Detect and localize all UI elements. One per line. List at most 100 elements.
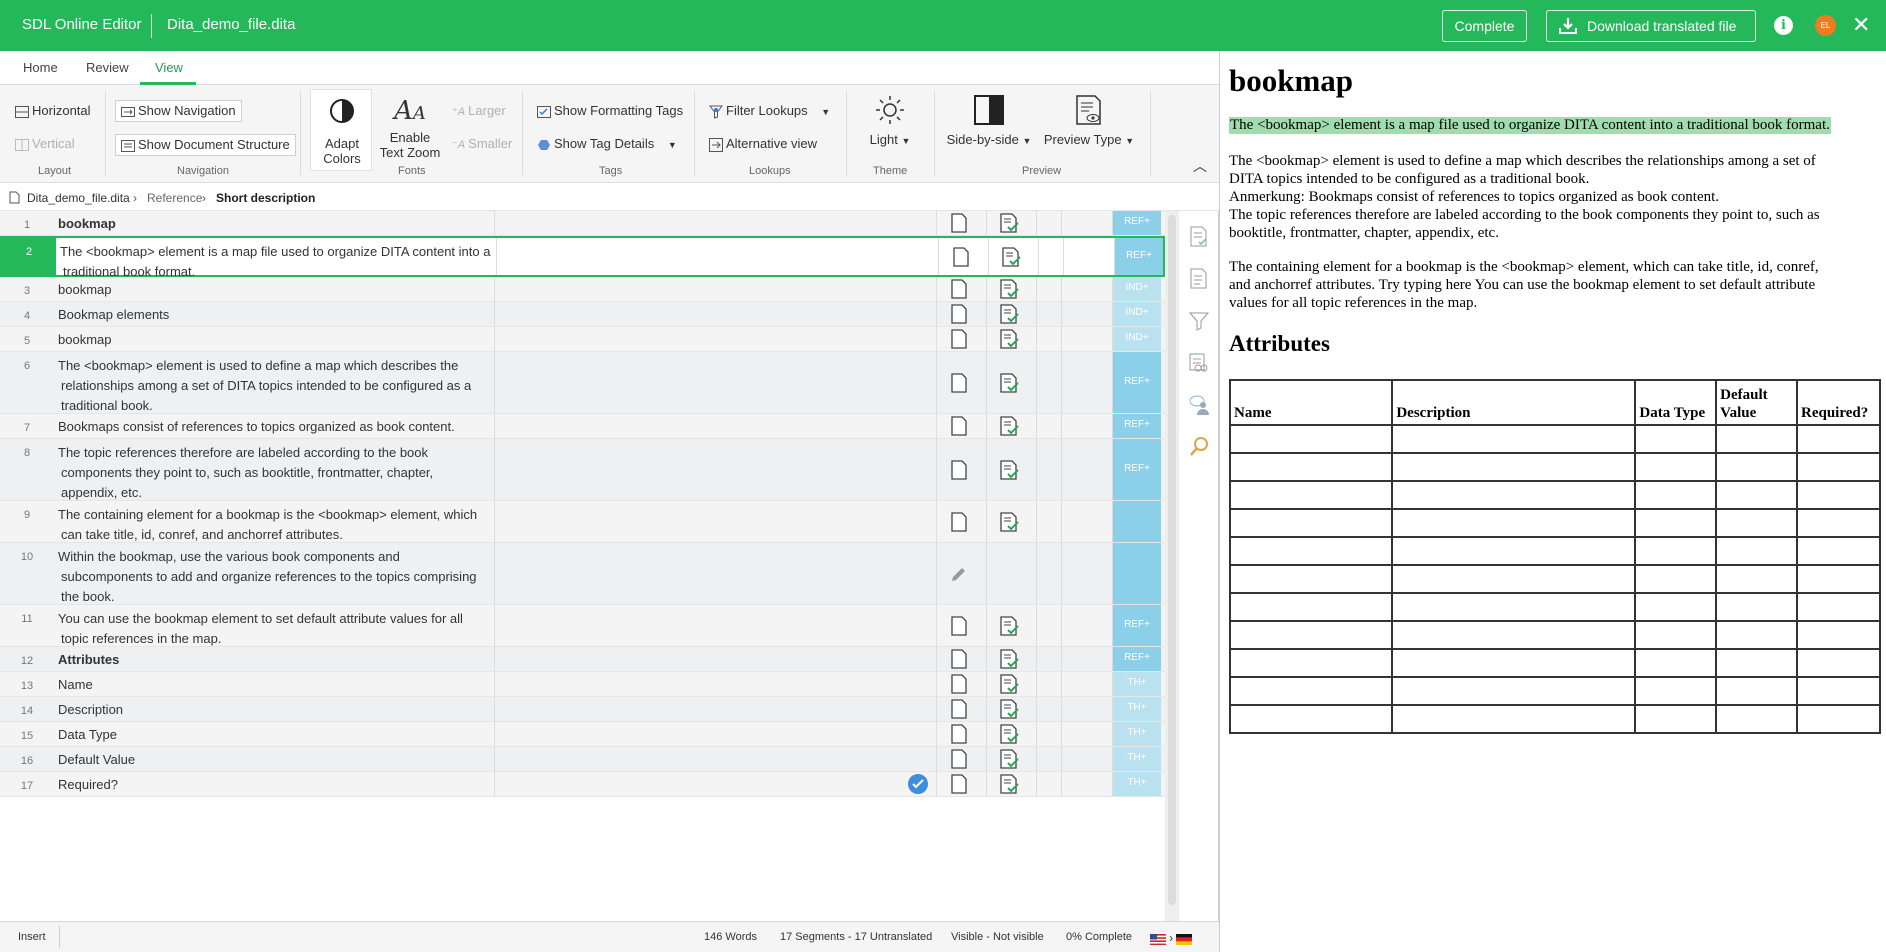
segment-target-editor[interactable] (495, 327, 937, 351)
segment-row[interactable]: 2 The <bookmap> element is a map file use… (0, 236, 1165, 279)
tab-review[interactable]: Review (86, 60, 129, 75)
tab-view[interactable]: View (155, 60, 183, 75)
structure-tag-cell[interactable]: TH+ (1113, 722, 1161, 746)
structure-tag-cell[interactable]: REF+ (1113, 211, 1161, 235)
confirmed-document-icon[interactable] (1000, 304, 1020, 327)
confirmed-document-icon[interactable] (1000, 724, 1020, 747)
scrollbar-thumb[interactable] (1168, 215, 1176, 905)
segment-target-editor[interactable] (495, 697, 937, 721)
confirmed-document-icon[interactable] (1000, 674, 1020, 697)
structure-tag-cell[interactable]: REF+ (1113, 414, 1161, 438)
structure-tag-cell[interactable]: TH+ (1113, 697, 1161, 721)
confirmed-document-icon[interactable] (1000, 416, 1020, 439)
search-icon[interactable] (1188, 436, 1210, 458)
structure-tag-cell[interactable]: TH+ (1113, 772, 1161, 796)
document-status-icon[interactable] (951, 329, 967, 352)
document-status-icon[interactable] (951, 649, 967, 672)
segment-row[interactable]: 16 Default Value TH+ (0, 747, 1165, 772)
confirmed-document-icon[interactable] (1000, 213, 1020, 236)
show-formatting-tags-toggle[interactable]: Show Formatting Tags (537, 103, 683, 118)
segment-target-editor[interactable] (495, 672, 937, 696)
segment-target-editor[interactable] (495, 352, 937, 413)
adapt-colors-button[interactable]: Adapt Colors (310, 89, 372, 171)
structure-tag-cell[interactable]: REF+ (1113, 352, 1161, 413)
pencil-icon[interactable] (950, 565, 968, 586)
segment-target-editor[interactable] (495, 543, 937, 604)
document-status-icon[interactable] (951, 279, 967, 302)
segment-row[interactable]: 17 Required? TH+ (0, 772, 1165, 797)
segment-target-editor[interactable] (495, 414, 937, 438)
segment-target-editor[interactable] (495, 772, 937, 796)
language-pair[interactable]: › (1150, 931, 1193, 945)
review-document-icon[interactable] (1188, 226, 1210, 248)
horizontal-layout-button[interactable]: Horizontal (15, 103, 91, 118)
alternative-view-button[interactable]: Alternative view (709, 136, 817, 152)
document-status-icon[interactable] (951, 459, 967, 483)
comments-user-icon[interactable] (1188, 394, 1210, 416)
segment-row[interactable]: 15 Data Type TH+ (0, 722, 1165, 747)
segment-target-editor[interactable] (495, 747, 937, 771)
confirmed-document-icon[interactable] (1000, 615, 1020, 639)
segment-row[interactable]: 11 You can use the bookmap element to set… (0, 605, 1165, 647)
larger-font-button[interactable]: ⁺A Larger (452, 103, 506, 118)
segment-row[interactable]: 8 The topic references therefore are labe… (0, 439, 1165, 501)
structure-tag-cell[interactable]: TH+ (1113, 672, 1161, 696)
confirmed-document-icon[interactable] (1000, 511, 1020, 535)
confirmed-document-icon[interactable] (1000, 774, 1020, 797)
segment-target-editor[interactable] (495, 211, 937, 235)
confirmed-document-icon[interactable] (1000, 459, 1020, 483)
collapse-ribbon-icon[interactable]: ︿ (1193, 156, 1207, 176)
filter-icon[interactable] (1188, 310, 1210, 332)
structure-tag-cell[interactable]: REF+ (1115, 238, 1163, 275)
close-icon[interactable]: ✕ (1852, 13, 1870, 37)
confirmed-document-icon[interactable] (1002, 246, 1022, 270)
document-status-icon[interactable] (951, 304, 967, 327)
document-status-icon[interactable] (951, 699, 967, 722)
breadcrumb-reference[interactable]: Reference (147, 191, 202, 205)
segment-row[interactable]: 5 bookmap IND+ (0, 327, 1165, 352)
confirmed-document-icon[interactable] (1000, 329, 1020, 352)
show-tag-details-dropdown[interactable]: Show Tag Details ▼ (537, 136, 677, 151)
document-status-icon[interactable] (951, 615, 967, 639)
document-status-icon[interactable] (951, 213, 967, 236)
grid-scrollbar[interactable] (1165, 211, 1179, 921)
confirmed-document-icon[interactable] (1000, 649, 1020, 672)
segment-row[interactable]: 9 The containing element for a bookmap is… (0, 501, 1165, 543)
qa-checker-icon[interactable] (1188, 352, 1210, 374)
show-document-structure-toggle[interactable]: Show Document Structure (115, 134, 296, 156)
structure-tag-cell[interactable] (1113, 543, 1161, 604)
structure-tag-cell[interactable]: REF+ (1113, 439, 1161, 500)
segment-target-editor[interactable] (495, 647, 937, 671)
filter-lookups-dropdown[interactable]: Filter Lookups ▼ (709, 103, 830, 119)
document-status-icon[interactable] (951, 749, 967, 772)
document-status-icon[interactable] (953, 246, 969, 270)
segment-target-editor[interactable] (495, 501, 937, 542)
confirm-check-icon[interactable] (908, 774, 928, 794)
structure-tag-cell[interactable] (1113, 501, 1161, 542)
document-status-icon[interactable] (951, 774, 967, 797)
document-status-icon[interactable] (951, 511, 967, 535)
segment-row[interactable]: 1 bookmap REF+ (0, 211, 1165, 236)
structure-tag-cell[interactable]: IND+ (1113, 277, 1161, 301)
show-navigation-toggle[interactable]: Show Navigation (115, 100, 242, 122)
download-translated-file-button[interactable]: Download translated file (1546, 10, 1756, 42)
structure-tag-cell[interactable]: TH+ (1113, 747, 1161, 771)
structure-tag-cell[interactable]: REF+ (1113, 647, 1161, 671)
document-status-icon[interactable] (951, 724, 967, 747)
confirmed-document-icon[interactable] (1000, 749, 1020, 772)
segment-row[interactable]: 14 Description TH+ (0, 697, 1165, 722)
segment-row[interactable]: 3 bookmap IND+ (0, 277, 1165, 302)
document-status-icon[interactable] (951, 416, 967, 439)
segment-row[interactable]: 13 Name TH+ (0, 672, 1165, 697)
structure-tag-cell[interactable]: IND+ (1113, 327, 1161, 351)
segment-row[interactable]: 6 The <bookmap> element is used to define… (0, 352, 1165, 414)
preview-highlighted-segment[interactable]: The <bookmap> element is a map file used… (1229, 117, 1831, 134)
confirmed-document-icon[interactable] (1000, 372, 1020, 396)
insert-mode-indicator[interactable]: Insert (4, 926, 60, 948)
structure-tag-cell[interactable]: IND+ (1113, 302, 1161, 326)
confirmed-document-icon[interactable] (1000, 699, 1020, 722)
enable-text-zoom-button[interactable]: AA Enable Text Zoom (378, 95, 442, 160)
segment-target-editor[interactable] (495, 722, 937, 746)
segment-row[interactable]: 7 Bookmaps consist of references to topic… (0, 414, 1165, 439)
segment-target-editor[interactable] (495, 302, 937, 326)
